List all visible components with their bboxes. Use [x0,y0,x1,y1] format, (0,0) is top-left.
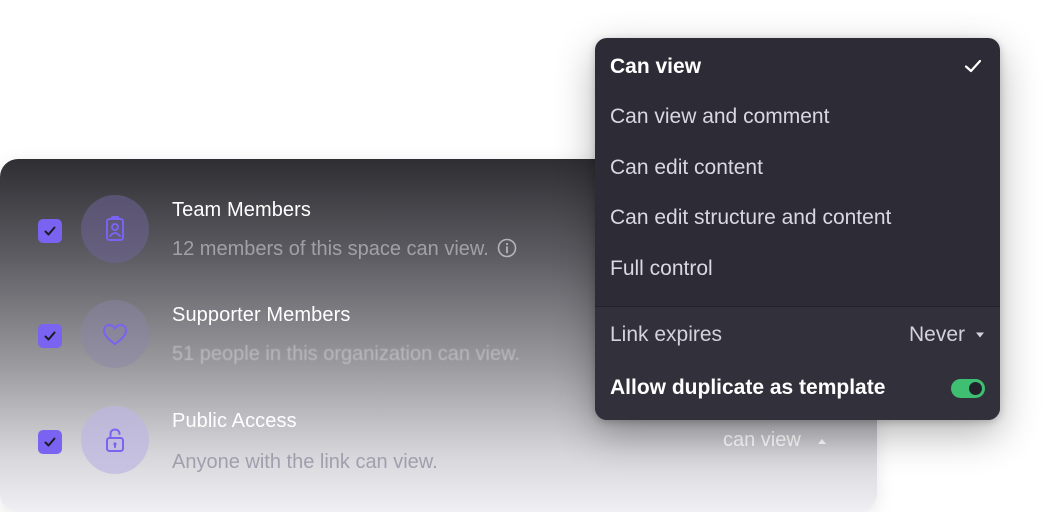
row-title: Team Members [172,199,312,221]
lock-open-icon [81,406,149,474]
menu-item-can-view-and-comment[interactable]: Can view and comment [610,104,985,130]
row-title: Public Access [172,410,297,432]
link-expires-value: Never [908,323,965,346]
row-subtitle: Anyone with the link can view. [172,451,438,473]
info-icon[interactable] [497,238,517,258]
toggle-knob [969,382,982,395]
menu-item-can-edit-structure-and-content[interactable]: Can edit structure and content [610,205,985,231]
row-title: Supporter Members [172,304,351,326]
heart-icon [81,300,149,368]
menu-item-can-view[interactable]: Can view [610,54,985,80]
caret-down-icon [975,331,985,339]
checkmark-icon [964,59,982,73]
menu-item-can-edit-content[interactable]: Can edit content [610,155,985,181]
check-icon [44,226,56,236]
menu-item-full-control[interactable]: Full control [610,256,985,282]
allow-duplicate-toggle[interactable] [951,379,985,398]
permission-select-value: can view [723,429,801,451]
permission-select[interactable]: can view [723,429,827,452]
menu-footer: Link expires Never Allow duplicate as te… [595,306,1000,420]
row-subtitle: 12 members of this space can view. [172,238,517,261]
row-subtitle: 51 people in this organization can view. [172,343,521,365]
link-expires-label: Link expires [610,323,723,346]
stage: Team Members 12 members of this space ca… [0,0,1057,512]
row-subtitle-text: 12 members of this space can view. [172,238,489,260]
permission-dropdown-menu: Can view Can view and comment Can edit c… [595,38,1000,420]
supporter-members-checkbox[interactable] [38,324,62,348]
team-members-checkbox[interactable] [38,219,62,243]
caret-up-icon [817,437,827,445]
public-access-checkbox[interactable] [38,430,62,454]
check-icon [44,437,56,447]
allow-duplicate-label: Allow duplicate as template [610,376,886,399]
check-icon [44,331,56,341]
link-expires-select[interactable]: Never [909,322,985,348]
id-badge-icon [81,195,149,263]
